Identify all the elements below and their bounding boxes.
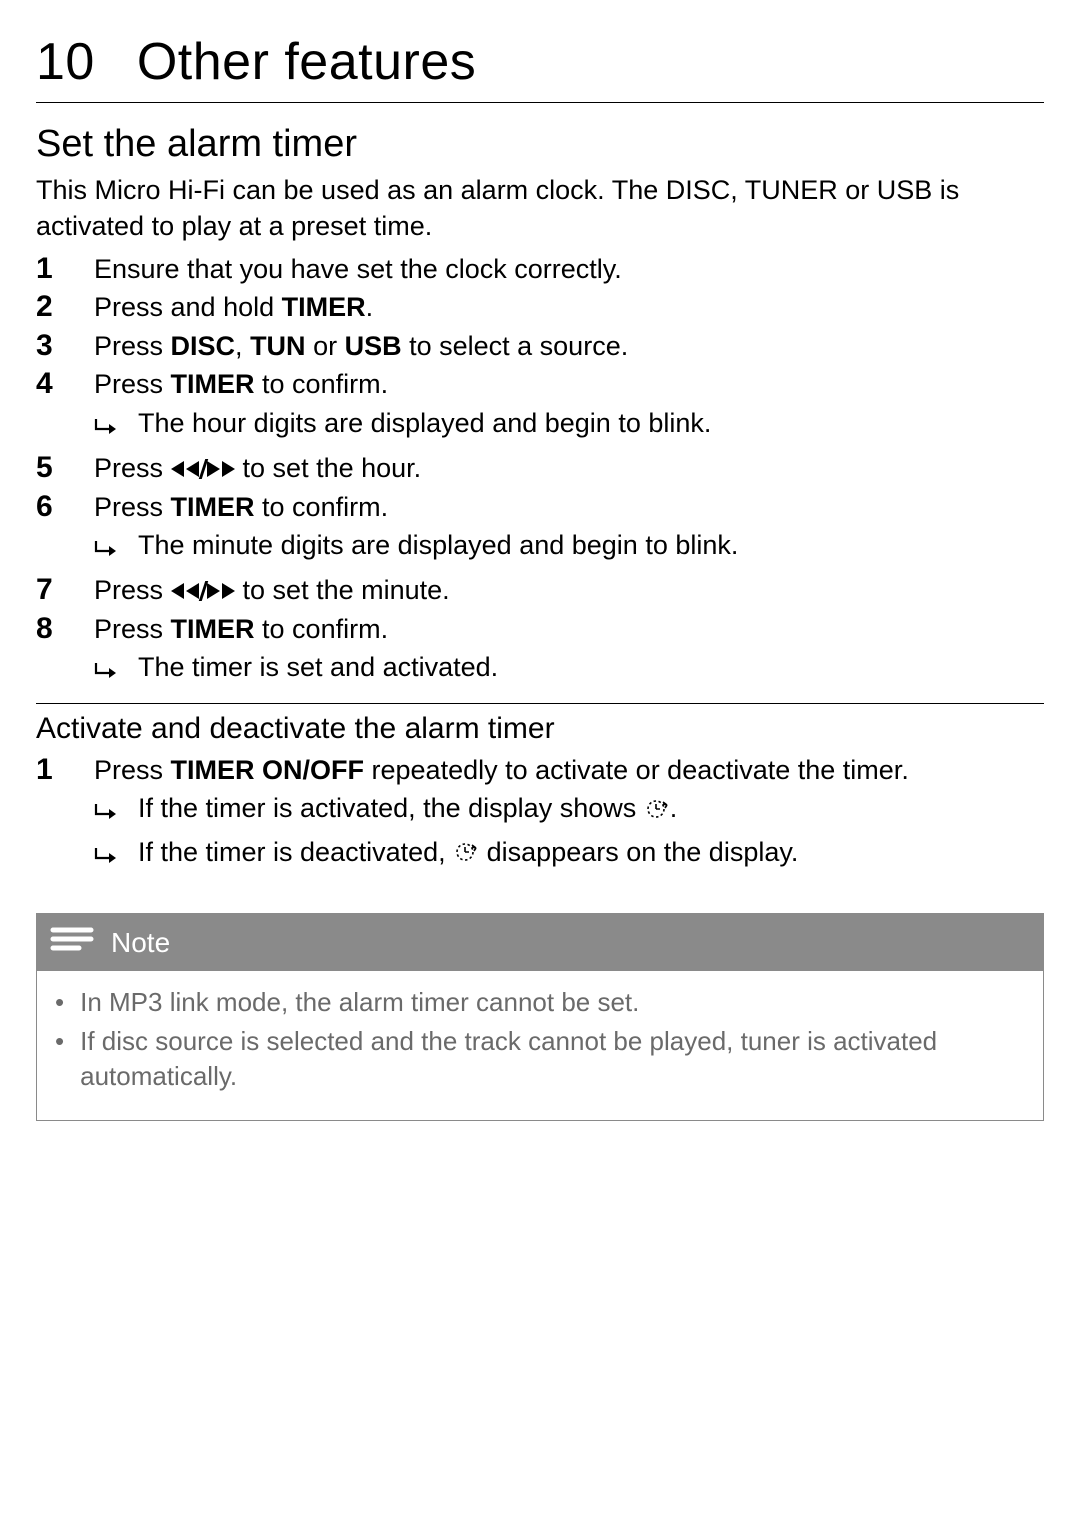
- note-item: •In MP3 link mode, the alarm timer canno…: [55, 985, 1025, 1020]
- activate-steps: 1 Press TIMER ON/OFF repeatedly to activ…: [36, 752, 1044, 877]
- result-arrow-icon: [94, 795, 118, 831]
- rewind-forward-icon: [171, 459, 236, 479]
- result-text: The timer is set and activated.: [138, 649, 1044, 685]
- disc-button-label: DISC: [171, 331, 236, 361]
- step-body: Press TIMER ON/OFF repeatedly to activat…: [94, 752, 1044, 877]
- result-text: If the timer is deactivated, disappears …: [138, 834, 1044, 870]
- step-3: 3 Press DISC, TUN or USB to select a sou…: [36, 328, 1044, 364]
- step-body: Press TIMER to confirm. The minute digit…: [94, 489, 1044, 571]
- result-arrow-icon: [94, 410, 118, 446]
- note-body: •In MP3 link mode, the alarm timer canno…: [37, 971, 1043, 1120]
- step-4: 4 Press TIMER to confirm. The hour digit…: [36, 366, 1044, 448]
- alarm-clock-icon: [644, 795, 670, 821]
- tun-button-label: TUN: [250, 331, 306, 361]
- step-1: 1 Ensure that you have set the clock cor…: [36, 251, 1044, 287]
- step-body: Press DISC, TUN or USB to select a sourc…: [94, 328, 1044, 364]
- section-set-alarm-intro: This Micro Hi-Fi can be used as an alarm…: [36, 172, 1044, 245]
- note-icon: [49, 922, 95, 963]
- step-number: 5: [36, 450, 66, 486]
- step-number: 1: [36, 251, 66, 287]
- result-row: The timer is set and activated.: [94, 649, 1044, 690]
- section-set-alarm-title: Set the alarm timer: [36, 123, 1044, 166]
- step-number: 4: [36, 366, 66, 402]
- result-text: The hour digits are displayed and begin …: [138, 405, 1044, 441]
- timer-button-label: TIMER: [171, 369, 255, 399]
- step-number: 8: [36, 611, 66, 647]
- step-number: 1: [36, 752, 66, 788]
- step-body: Press TIMER to confirm. The timer is set…: [94, 611, 1044, 693]
- result-row: If the timer is activated, the display s…: [94, 790, 1044, 831]
- note-box: Note •In MP3 link mode, the alarm timer …: [36, 913, 1044, 1121]
- result-arrow-icon: [94, 839, 118, 875]
- result-text: The minute digits are displayed and begi…: [138, 527, 1044, 563]
- step-6: 6 Press TIMER to confirm. The minute dig…: [36, 489, 1044, 571]
- step-body: Press and hold TIMER.: [94, 289, 1044, 325]
- step-number: 7: [36, 572, 66, 608]
- note-item: •If disc source is selected and the trac…: [55, 1024, 1025, 1094]
- step-number: 6: [36, 489, 66, 525]
- set-alarm-steps: 1 Ensure that you have set the clock cor…: [36, 251, 1044, 693]
- result-text: If the timer is activated, the display s…: [138, 790, 1044, 826]
- timer-button-label: TIMER: [282, 292, 366, 322]
- step-body: Ensure that you have set the clock corre…: [94, 251, 1044, 287]
- step-5: 5 Press to set the hour.: [36, 450, 1044, 486]
- alarm-clock-icon: [453, 838, 479, 864]
- result-row: The minute digits are displayed and begi…: [94, 527, 1044, 568]
- result-row: If the timer is deactivated, disappears …: [94, 834, 1044, 875]
- step-body: Press to set the minute.: [94, 572, 1044, 608]
- step-number: 2: [36, 289, 66, 325]
- result-arrow-icon: [94, 532, 118, 568]
- section-activate-title: Activate and deactivate the alarm timer: [36, 703, 1044, 746]
- step-number: 3: [36, 328, 66, 364]
- bullet-icon: •: [55, 1024, 64, 1094]
- step-7: 7 Press to set the minute.: [36, 572, 1044, 608]
- step-body: Press to set the hour.: [94, 450, 1044, 486]
- step-2: 2 Press and hold TIMER.: [36, 289, 1044, 325]
- step-8: 8 Press TIMER to confirm. The timer is s…: [36, 611, 1044, 693]
- chapter-heading: 10 Other features: [36, 32, 1044, 103]
- timer-onoff-button-label: TIMER ON/OFF: [171, 755, 364, 785]
- timer-button-label: TIMER: [171, 492, 255, 522]
- note-label: Note: [111, 927, 170, 959]
- usb-button-label: USB: [345, 331, 402, 361]
- timer-button-label: TIMER: [171, 614, 255, 644]
- result-arrow-icon: [94, 654, 118, 690]
- note-header: Note: [37, 914, 1043, 971]
- step-body: Press TIMER to confirm. The hour digits …: [94, 366, 1044, 448]
- chapter-number: 10: [36, 32, 95, 92]
- bullet-icon: •: [55, 985, 64, 1020]
- result-row: The hour digits are displayed and begin …: [94, 405, 1044, 446]
- step-1: 1 Press TIMER ON/OFF repeatedly to activ…: [36, 752, 1044, 877]
- rewind-forward-icon: [171, 581, 236, 601]
- chapter-title: Other features: [137, 32, 476, 92]
